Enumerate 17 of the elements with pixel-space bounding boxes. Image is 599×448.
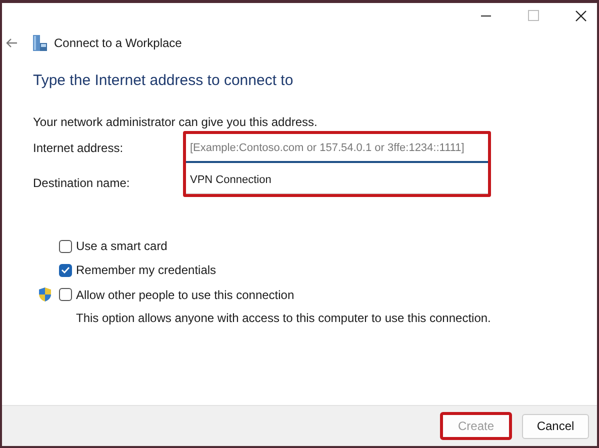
back-arrow-icon[interactable]	[6, 38, 18, 48]
option-note: This option allows anyone with access to this computer to use this connection.	[76, 311, 492, 325]
option-label[interactable]: Allow other people to use this connection	[76, 288, 294, 302]
field-label: Internet address:	[33, 141, 124, 155]
cancel-button[interactable]: Cancel	[522, 414, 589, 438]
close-icon[interactable]	[575, 10, 587, 22]
window-title: Connect to a Workplace	[54, 36, 182, 50]
checkbox[interactable]	[59, 264, 72, 276]
checkbox[interactable]	[59, 288, 72, 301]
field-label: Destination name:	[33, 176, 131, 190]
page-heading: Type the Internet address to connect to	[33, 72, 294, 89]
checkbox[interactable]	[59, 240, 72, 252]
buildings-icon	[32, 34, 48, 52]
shield-icon	[38, 287, 52, 302]
intro-text: Your network administrator can give you this address.	[33, 115, 318, 129]
option-label[interactable]: Use a smart card	[76, 239, 168, 253]
option-label[interactable]: Remember my credentials	[76, 263, 216, 277]
